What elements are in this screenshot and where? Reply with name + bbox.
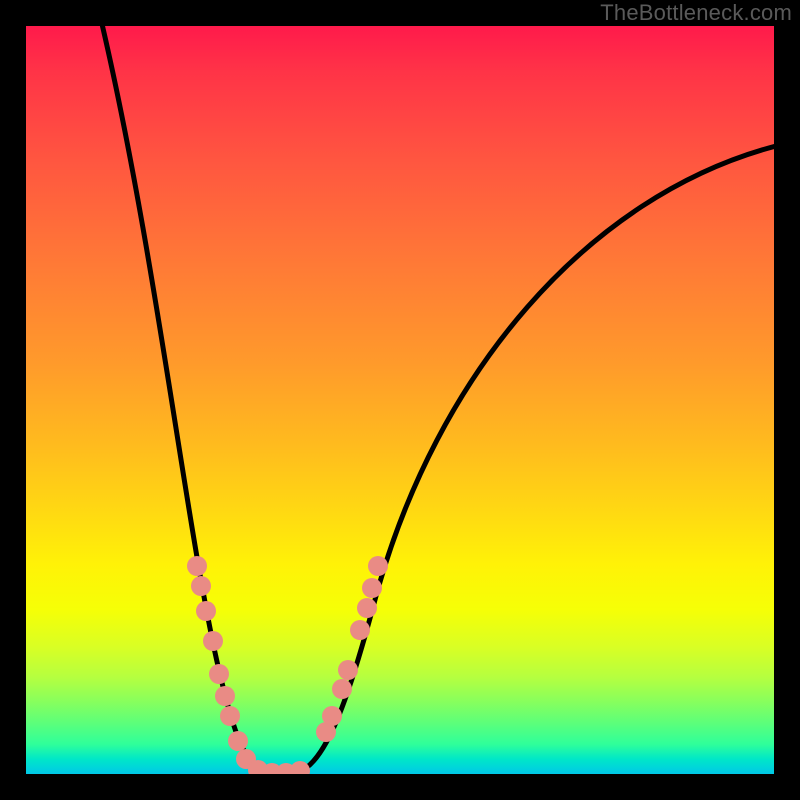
bottleneck-curve — [102, 26, 774, 773]
dots-right-group — [316, 556, 388, 742]
data-dot — [220, 706, 240, 726]
data-dot — [332, 679, 352, 699]
plot-area — [26, 26, 774, 774]
data-dot — [191, 576, 211, 596]
data-dot — [187, 556, 207, 576]
data-dot — [338, 660, 358, 680]
data-dot — [350, 620, 370, 640]
data-dot — [209, 664, 229, 684]
data-dot — [290, 761, 310, 774]
dots-left-group — [187, 556, 256, 769]
data-dot — [362, 578, 382, 598]
data-dot — [196, 601, 216, 621]
curve-svg — [26, 26, 774, 774]
data-dot — [368, 556, 388, 576]
chart-frame: TheBottleneck.com — [0, 0, 800, 800]
data-dot — [215, 686, 235, 706]
dots-bottom-group — [248, 760, 310, 774]
data-dot — [357, 598, 377, 618]
data-dot — [228, 731, 248, 751]
data-dot — [322, 706, 342, 726]
watermark-text: TheBottleneck.com — [600, 0, 792, 26]
data-dot — [203, 631, 223, 651]
